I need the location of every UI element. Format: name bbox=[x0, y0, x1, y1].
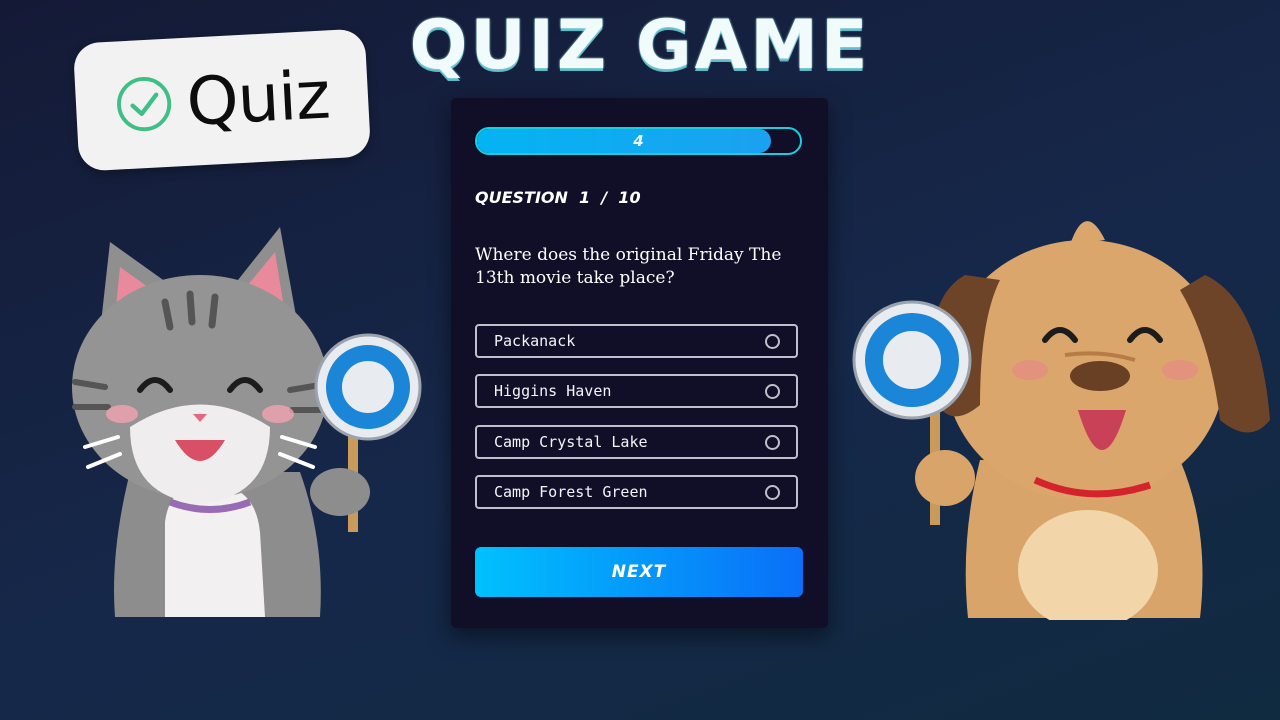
cat-illustration bbox=[72, 227, 422, 617]
radio-icon[interactable] bbox=[765, 333, 780, 349]
game-title: QUIZ GAME bbox=[409, 6, 871, 85]
answer-option-3[interactable]: Camp Crystal Lake bbox=[475, 425, 798, 459]
radio-icon[interactable] bbox=[765, 434, 780, 450]
progress-bar: 4 bbox=[475, 127, 802, 155]
answer-option-1[interactable]: Packanack bbox=[475, 324, 798, 358]
answer-option-label: Packanack bbox=[494, 332, 576, 350]
next-button[interactable]: NEXT bbox=[475, 547, 803, 597]
answer-option-2[interactable]: Higgins Haven bbox=[475, 374, 798, 408]
dog-illustration bbox=[852, 221, 1270, 620]
progress-label: 4 bbox=[633, 132, 644, 150]
question-text: Where does the original Friday The 13th … bbox=[475, 245, 782, 288]
answer-option-label: Higgins Haven bbox=[494, 382, 612, 400]
radio-icon[interactable] bbox=[765, 383, 780, 399]
radio-icon[interactable] bbox=[765, 484, 780, 500]
question-counter: QUESTION 1 / 10 bbox=[475, 188, 641, 207]
answer-option-label: Camp Crystal Lake bbox=[494, 433, 648, 451]
answer-option-4[interactable]: Camp Forest Green bbox=[475, 475, 798, 509]
answer-option-label: Camp Forest Green bbox=[494, 483, 648, 501]
quiz-card: 4 QUESTION 1 / 10 Where does the origina… bbox=[451, 98, 828, 628]
